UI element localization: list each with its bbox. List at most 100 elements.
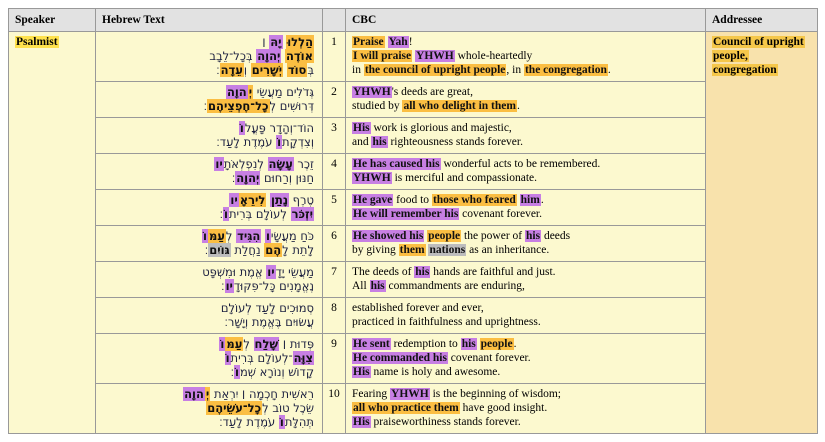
verse-number: 1: [322, 31, 346, 82]
verse-number: 3: [322, 117, 346, 154]
highlighted-text: YHWH: [352, 86, 392, 98]
highlighted-text: YHWH: [390, 388, 430, 400]
text-run: by giving: [352, 244, 399, 256]
cbc-line: Praise Yah!: [352, 35, 699, 49]
highlighted-text: יו: [229, 193, 239, 207]
highlighted-text: his: [414, 266, 431, 278]
text-run: praiseworthiness stands forever.: [370, 416, 521, 428]
text-run: covenant forever.: [447, 352, 531, 364]
highlighted-text: שָׁלַח: [253, 337, 280, 351]
highlighted-text: צִוָּה: [292, 351, 314, 365]
hebrew-line: יִזְכֹּר לְעוֹלָם בְּרִיתוֹ׃: [102, 207, 314, 221]
text-run: טֶרֶף: [289, 193, 314, 207]
cbc-translation-cell: He sent redemption to his people. He comm…: [345, 333, 706, 384]
text-run: לְנִפְלְאֹתָ: [223, 157, 268, 171]
highlighted-text: nations: [428, 244, 467, 256]
hebrew-text-cell: פְּדוּת ׀ שָׁלַח לְעַמּוֹ צִוָּה־לְעוֹלָם…: [95, 333, 323, 384]
text-run: .: [607, 64, 611, 76]
verse-number: 5: [322, 189, 346, 226]
highlighted-text: עֵדָה: [219, 63, 244, 77]
cbc-translation-cell: established forever and ever, practiced i…: [345, 297, 706, 334]
text-run: studied by: [352, 100, 403, 112]
highlighted-text: יו: [214, 157, 224, 171]
cbc-line: by giving them nations as an inheritance…: [352, 243, 699, 257]
text-run: וְ: [243, 63, 251, 77]
col-header-cbc: CBC: [345, 8, 706, 32]
cbc-line: and his righteousness stands forever.: [352, 135, 699, 149]
text-run: עֹמֶדֶת לָעַד׃: [216, 135, 277, 149]
cbc-translation-cell: He gave food to those who feared him. He …: [345, 189, 706, 226]
verse-number: 7: [322, 261, 346, 298]
highlighted-text: נָתַן: [270, 193, 290, 207]
highlighted-text: יְהוָה: [235, 171, 261, 185]
hebrew-text-cell: סְמוּכִים לָעַד לְעוֹלָם עֲשׂוּיִם בֶּאֱמ…: [95, 297, 323, 334]
highlighted-text: His: [352, 366, 371, 378]
highlighted-text: YHWH: [352, 172, 392, 184]
hebrew-line: הַלְלוּ יָהּ ׀: [102, 35, 314, 49]
highlighted-text: him: [519, 194, 541, 206]
text-run: , in: [506, 64, 524, 76]
text-run: דְּרוּשִׁים לְ: [269, 99, 314, 113]
highlighted-text: His: [352, 122, 371, 134]
verse-row-8: סְמוּכִים לָעַד לְעוֹלָם עֲשׂוּיִם בֶּאֱמ…: [9, 297, 818, 334]
verse-number: 9: [322, 333, 346, 384]
hebrew-line: זֵכֶר עָשָׂה לְנִפְלְאֹתָיו: [102, 157, 314, 171]
text-run: לְ: [225, 229, 237, 243]
highlighted-text: his: [371, 136, 388, 148]
cbc-line: YHWH is merciful and compassionate.: [352, 171, 699, 185]
text-run: All: [352, 280, 370, 292]
highlighted-text: YHWH: [415, 50, 455, 62]
verse-number: 10: [322, 383, 346, 434]
text-run: whole-heartedly: [454, 50, 533, 62]
cbc-line: studied by all who delight in them.: [352, 99, 699, 113]
text-run: סְמוּכִים לָעַד לְעוֹלָם: [220, 301, 314, 315]
text-run: and: [352, 136, 372, 148]
highlighted-text: יְהוָה: [256, 49, 282, 63]
cbc-line: Fearing YHWH is the beginning of wisdom;: [352, 387, 699, 401]
hebrew-line: נֶאֱמָנִים כָּל־פִּקּוּדָיו׃: [102, 279, 314, 293]
text-run: hands are faithful and just.: [430, 266, 556, 278]
hebrew-line: בְּסוֹד יְשָׁרִים וְעֵדָה׃: [102, 63, 314, 77]
text-run: Fearing: [352, 388, 391, 400]
cbc-line: He will remember his covenant forever.: [352, 207, 699, 221]
text-run: זֵכֶר: [293, 157, 314, 171]
hebrew-text-cell: כֹּחַ מַעֲשָׂיו הִגִּיד לְעַמּוֹ לָתֵת לָ…: [95, 225, 323, 262]
cbc-translation-cell: He has caused his wonderful acts to be r…: [345, 153, 706, 190]
cbc-translation-cell: Fearing YHWH is the beginning of wisdom;…: [345, 383, 706, 434]
text-run: חַנּוּן וְרַחוּם: [260, 171, 314, 185]
text-run: .: [513, 338, 517, 350]
hebrew-line: אוֹדֶה יְהוָה בְּכָל־לֵבָב: [102, 49, 314, 63]
hebrew-line: וְצִדְקָתוֹ עֹמֶדֶת לָעַד׃: [102, 135, 314, 149]
text-run: בְּכָל־לֵבָב: [209, 49, 257, 63]
highlighted-text: יו: [266, 265, 276, 279]
text-run: as an inheritance.: [466, 244, 550, 256]
highlighted-text: הוָה: [225, 85, 248, 99]
highlighted-text: them: [398, 244, 426, 256]
text-run: עֲשׂוּיִם בֶּאֱמֶת וְיָשָׁר׃: [224, 315, 314, 329]
verse-row-10: רֵאשִׁית חָכְמָה ׀ יִרְאַת יְהוָה שֵׂכֶל …: [9, 383, 818, 434]
highlighted-text: עַמּ: [207, 229, 226, 243]
verse-number: 2: [322, 81, 346, 118]
text-run: 's deeds are great,: [391, 86, 473, 98]
highlighted-text: He sent: [352, 338, 391, 350]
hebrew-line: שֵׂכֶל טוֹב לְכָל־עֹשֵׂיהֶם: [102, 401, 314, 415]
highlighted-text: Praise: [352, 36, 385, 48]
highlighted-text: His: [352, 416, 371, 428]
col-header-verse-number: [322, 8, 346, 32]
highlighted-text: He has caused his: [352, 158, 441, 170]
text-run: גְּדֹלִים מַעֲשֵׂי: [253, 85, 314, 99]
highlighted-text: He commanded his: [352, 352, 448, 364]
highlighted-text: people: [479, 338, 514, 350]
text-run: in: [352, 64, 364, 76]
verse-row-5: טֶרֶף נָתַן לִירֵאָיו יִזְכֹּר לְעוֹלָם ב…: [9, 189, 818, 226]
text-run: לְ: [243, 337, 254, 351]
highlighted-text: the congregation: [523, 64, 608, 76]
highlighted-text: his: [525, 230, 542, 242]
cbc-line: I will praise YHWH whole-heartedly: [352, 49, 699, 63]
highlighted-text: הִגִּיד: [236, 229, 262, 243]
addressee-label: Council of upright people, congregation: [712, 36, 805, 76]
col-header-speaker: Speaker: [8, 8, 96, 32]
highlighted-text: people: [427, 230, 462, 242]
text-run: commandments are enduring,: [385, 280, 525, 292]
hebrew-line: תְּהִלָּתוֹ עֹמֶדֶת לָעַד׃: [102, 415, 314, 429]
